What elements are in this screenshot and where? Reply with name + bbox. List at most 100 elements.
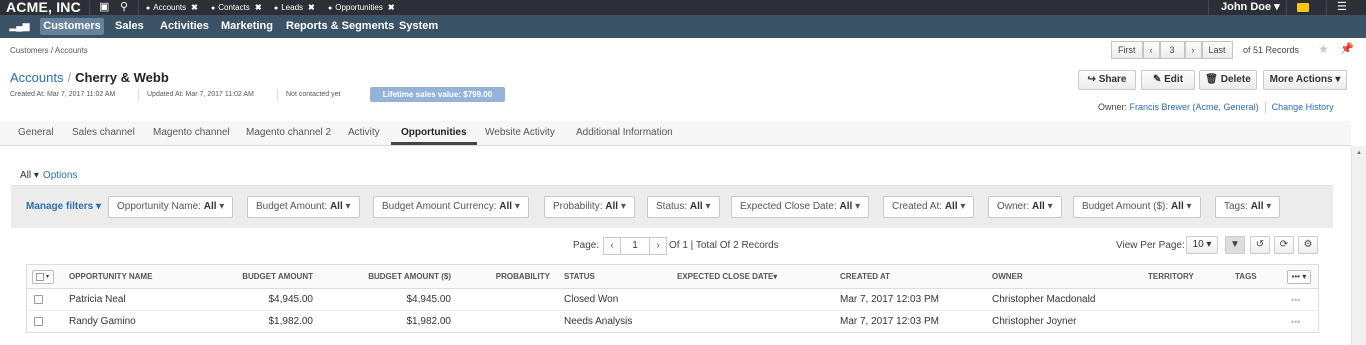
all-views-dropdown[interactable]: All ▾: [20, 170, 39, 181]
divider: [277, 89, 278, 101]
tab-website-activity[interactable]: Website Activity: [485, 121, 555, 145]
nav-customers[interactable]: Customers: [40, 18, 104, 35]
cell-budget-amount-usd: $4,945.00: [406, 294, 452, 305]
per-page-select[interactable]: 10 ▾: [1186, 236, 1218, 254]
prev-page-button[interactable]: ‹: [603, 237, 621, 255]
pin-icon[interactable]: 📌: [1340, 42, 1354, 55]
record-count: of 51 Records: [1243, 45, 1300, 55]
scroll-up-icon[interactable]: ▲: [1356, 150, 1362, 156]
tab-sales-channel[interactable]: Sales channel: [72, 121, 135, 145]
search-icon[interactable]: ⚲: [120, 0, 128, 15]
cell-created-at: Mar 7, 2017 12:03 PM: [840, 294, 939, 305]
breadcrumb[interactable]: Customers / Accounts: [10, 46, 88, 55]
column-header[interactable]: Probability: [477, 265, 550, 289]
filter-expected-close-date[interactable]: Expected Close Date: All ▾: [731, 196, 870, 218]
menu-icon[interactable]: ☰: [1337, 0, 1347, 15]
column-header[interactable]: Budget Amount ($): [347, 265, 451, 289]
cell-owner: Christopher Macdonald: [992, 294, 1096, 305]
reset-button[interactable]: ↺: [1250, 236, 1270, 254]
column-header[interactable]: Territory: [1148, 265, 1194, 289]
filter-budget-amount[interactable]: Budget Amount: All ▾: [247, 196, 360, 218]
pinned-tab-opportunities[interactable]: ● Opportunities ✖: [328, 0, 395, 15]
next-record-button[interactable]: ›: [1184, 41, 1202, 59]
filter-probability[interactable]: Probability: All ▾: [544, 196, 635, 218]
change-history-link[interactable]: Change History: [1272, 102, 1334, 112]
row-checkbox[interactable]: [34, 295, 43, 304]
grid-settings-button[interactable]: ⚙: [1298, 236, 1318, 254]
dashboard-icon[interactable]: ▂▄▆ ▾: [6, 19, 33, 46]
filter-owner[interactable]: Owner: All ▾: [988, 196, 1062, 218]
pinned-tab-leads[interactable]: ● Leads ✖: [274, 0, 315, 15]
cell-probability: [477, 311, 550, 333]
app-logo[interactable]: ACME, INC: [6, 0, 81, 15]
favorite-star-icon[interactable]: ★: [1318, 42, 1329, 56]
next-page-button[interactable]: ›: [649, 237, 667, 255]
column-header[interactable]: Expected Close Date▾: [677, 265, 777, 289]
shortcut-icon[interactable]: ▣: [99, 0, 109, 15]
tab-magento-channel[interactable]: Magento channel: [153, 121, 230, 145]
manage-filters-button[interactable]: Manage filters ▾: [26, 201, 101, 212]
main-nav: ▂▄▆ ▾ Customers Sales Activities Marketi…: [0, 15, 1366, 46]
filter-created-at[interactable]: Created At: All ▾: [883, 196, 975, 218]
grid-pager: ‹ 1 ›: [603, 237, 667, 255]
row-checkbox[interactable]: [34, 317, 43, 326]
nav-reports-segments[interactable]: Reports & Segments: [286, 15, 394, 38]
column-header[interactable]: Created At: [840, 265, 890, 289]
column-header[interactable]: Owner: [992, 265, 1023, 289]
share-button[interactable]: ↪ Share: [1078, 70, 1136, 90]
pin-dot-icon: ●: [274, 5, 279, 12]
column-header[interactable]: Budget Amount: [217, 265, 313, 289]
filter-budget-amount-usd[interactable]: Budget Amount ($): All ▾: [1073, 196, 1201, 218]
close-icon[interactable]: ✖: [255, 3, 262, 12]
mass-select-checkbox[interactable]: ▾: [32, 270, 54, 284]
filter-status[interactable]: Status: All ▾: [647, 196, 720, 218]
caret-down-icon: ▾: [1186, 201, 1192, 212]
divider: [1326, 0, 1327, 15]
notification-icon[interactable]: [1297, 3, 1309, 12]
filter-toggle-button[interactable]: ▼: [1225, 236, 1245, 254]
vertical-scrollbar[interactable]: ▲: [1351, 146, 1366, 345]
gear-icon: ⚙: [1303, 239, 1313, 250]
column-header[interactable]: Opportunity Name: [69, 265, 152, 289]
filter-budget-amount-currency[interactable]: Budget Amount Currency: All ▾: [373, 196, 529, 218]
close-icon[interactable]: ✖: [388, 3, 395, 12]
last-record-button[interactable]: Last: [1201, 41, 1233, 59]
filter-tags[interactable]: Tags: All ▾: [1215, 196, 1281, 218]
nav-system[interactable]: System: [399, 15, 438, 38]
nav-marketing[interactable]: Marketing: [221, 15, 273, 38]
table-row[interactable]: Patricia Neal $4,945.00 $4,945.00 Closed…: [27, 289, 1318, 311]
entity-link[interactable]: Accounts: [10, 70, 63, 85]
nav-sales[interactable]: Sales: [115, 15, 144, 38]
tab-additional-information[interactable]: Additional Information: [576, 121, 673, 145]
share-icon: ↪: [1087, 74, 1099, 85]
row-actions-menu[interactable]: •••: [1291, 289, 1300, 311]
close-icon[interactable]: ✖: [191, 3, 198, 12]
tab-activity[interactable]: Activity: [348, 121, 380, 145]
table-row[interactable]: Randy Gamino $1,982.00 $1,982.00 Needs A…: [27, 311, 1318, 333]
page-input[interactable]: 1: [621, 237, 649, 255]
owner-link[interactable]: Francis Brewer (Acme, General): [1130, 102, 1259, 112]
nav-activities[interactable]: Activities: [160, 15, 209, 38]
column-header[interactable]: Status: [564, 265, 595, 289]
filter-opportunity-name[interactable]: Opportunity Name: All ▾: [108, 196, 234, 218]
tab-general[interactable]: General: [18, 121, 54, 145]
pinned-tab-contacts[interactable]: ● Contacts ✖: [211, 0, 262, 15]
grid-actions-menu[interactable]: ••• ▾: [1287, 270, 1311, 284]
row-actions-menu[interactable]: •••: [1291, 311, 1300, 333]
edit-button[interactable]: ✎ Edit: [1141, 70, 1195, 90]
prev-record-button[interactable]: ‹: [1142, 41, 1160, 59]
column-header[interactable]: Tags: [1235, 265, 1257, 289]
title-separator: /: [67, 70, 72, 85]
pinned-tab-accounts[interactable]: ● Accounts ✖: [146, 0, 198, 15]
first-record-button[interactable]: First: [1111, 41, 1143, 59]
tab-magento-channel-2[interactable]: Magento channel 2: [246, 121, 331, 145]
close-icon[interactable]: ✖: [308, 3, 315, 12]
user-menu[interactable]: John Doe ▾: [1221, 0, 1280, 14]
cell-budget-amount-usd: $1,982.00: [406, 316, 452, 327]
refresh-button[interactable]: ⟳: [1274, 236, 1294, 254]
options-link[interactable]: Options: [43, 170, 77, 181]
tab-opportunities[interactable]: Opportunities: [391, 121, 477, 145]
more-actions-button[interactable]: More Actions ▾: [1263, 70, 1347, 90]
cell-opportunity-name: Randy Gamino: [69, 316, 136, 327]
delete-button[interactable]: 🗑 Delete: [1199, 70, 1257, 90]
